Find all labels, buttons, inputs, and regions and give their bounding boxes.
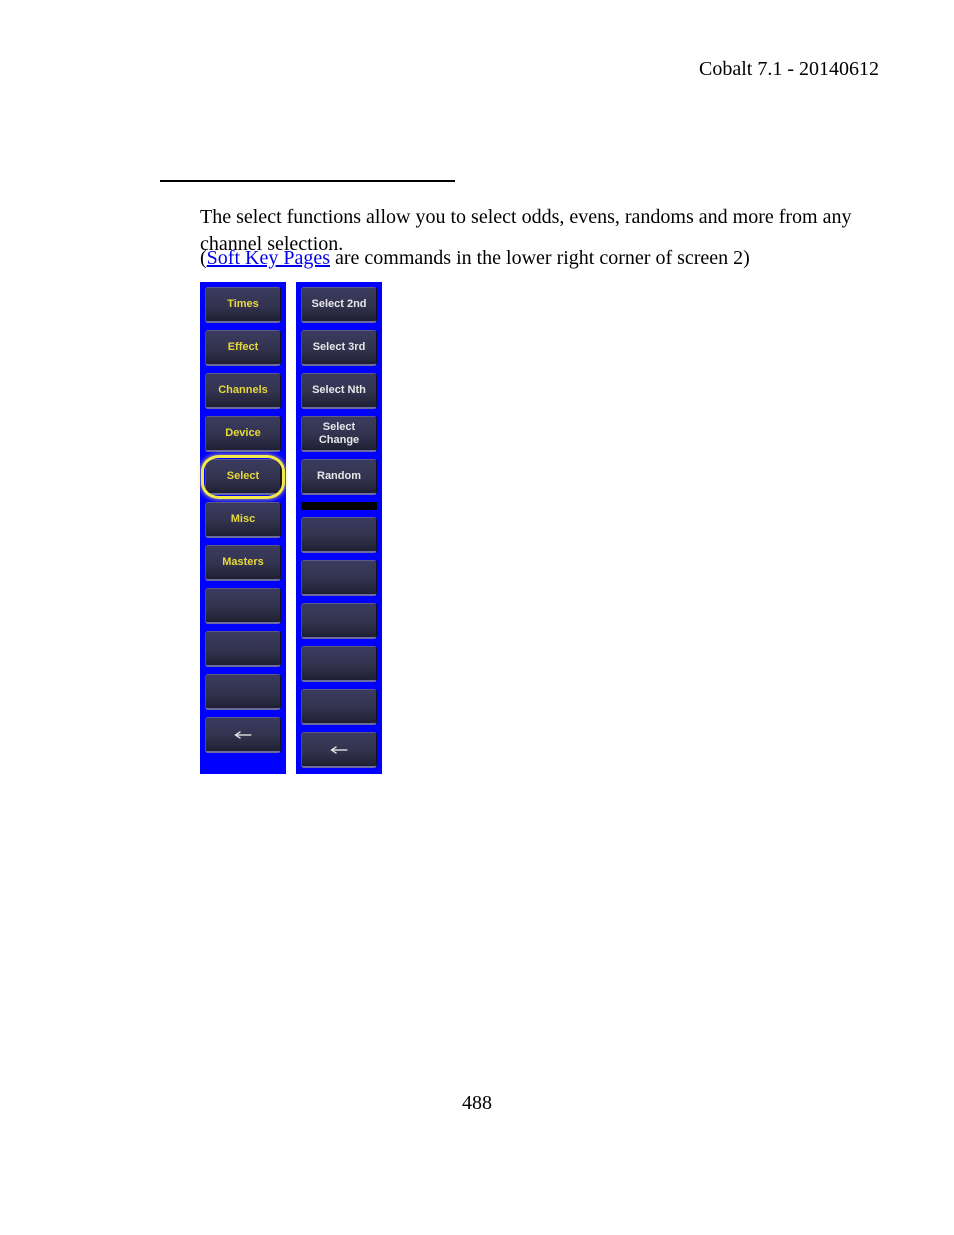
- right-spacer: [301, 502, 377, 510]
- left-softkey-empty: [205, 631, 281, 667]
- softkey-panels: Times Effect Channels Device Select Misc Maste…: [200, 282, 382, 774]
- softkey-panel-right: Select 2nd Select 3rd Select Nth SelectChan…: [296, 282, 382, 774]
- left-softkey-times[interactable]: Times: [205, 287, 281, 323]
- right-softkey-empty: [301, 646, 377, 682]
- left-softkey-empty: [205, 674, 281, 710]
- horizontal-rule: [160, 180, 455, 182]
- soft-key-pages-link[interactable]: Soft Key Pages: [207, 247, 330, 269]
- paragraph-rest: are commands in the lower right corner o…: [330, 247, 750, 269]
- right-softkey-random[interactable]: Random: [301, 459, 377, 495]
- softkey-panel-left: Times Effect Channels Device Select Misc Maste…: [200, 282, 286, 774]
- left-softkey-select[interactable]: Select: [205, 459, 281, 495]
- left-softkey-masters[interactable]: Masters: [205, 545, 281, 581]
- right-softkey-empty: [301, 517, 377, 553]
- right-softkey-select-2nd[interactable]: Select 2nd: [301, 287, 377, 323]
- right-softkey-empty: [301, 603, 377, 639]
- left-softkey-device[interactable]: Device: [205, 416, 281, 452]
- right-softkey-back[interactable]: [301, 732, 377, 768]
- back-arrow-icon: [233, 730, 253, 740]
- doc-header: Cobalt 7.1 - 20140612: [699, 58, 879, 81]
- paragraph-softkey-note: (Soft Key Pages are commands in the lowe…: [200, 245, 884, 272]
- back-arrow-icon: [329, 745, 349, 755]
- left-softkey-misc[interactable]: Misc: [205, 502, 281, 538]
- paren-open: (: [200, 247, 207, 269]
- right-softkey-empty: [301, 560, 377, 596]
- left-softkey-empty: [205, 588, 281, 624]
- page-number: 488: [0, 1092, 954, 1115]
- left-softkey-effect[interactable]: Effect: [205, 330, 281, 366]
- right-softkey-select-3rd[interactable]: Select 3rd: [301, 330, 377, 366]
- right-softkey-select-nth[interactable]: Select Nth: [301, 373, 377, 409]
- left-softkey-channels[interactable]: Channels: [205, 373, 281, 409]
- right-softkey-select-change[interactable]: SelectChange: [301, 416, 377, 452]
- left-softkey-back[interactable]: [205, 717, 281, 753]
- right-softkey-empty: [301, 689, 377, 725]
